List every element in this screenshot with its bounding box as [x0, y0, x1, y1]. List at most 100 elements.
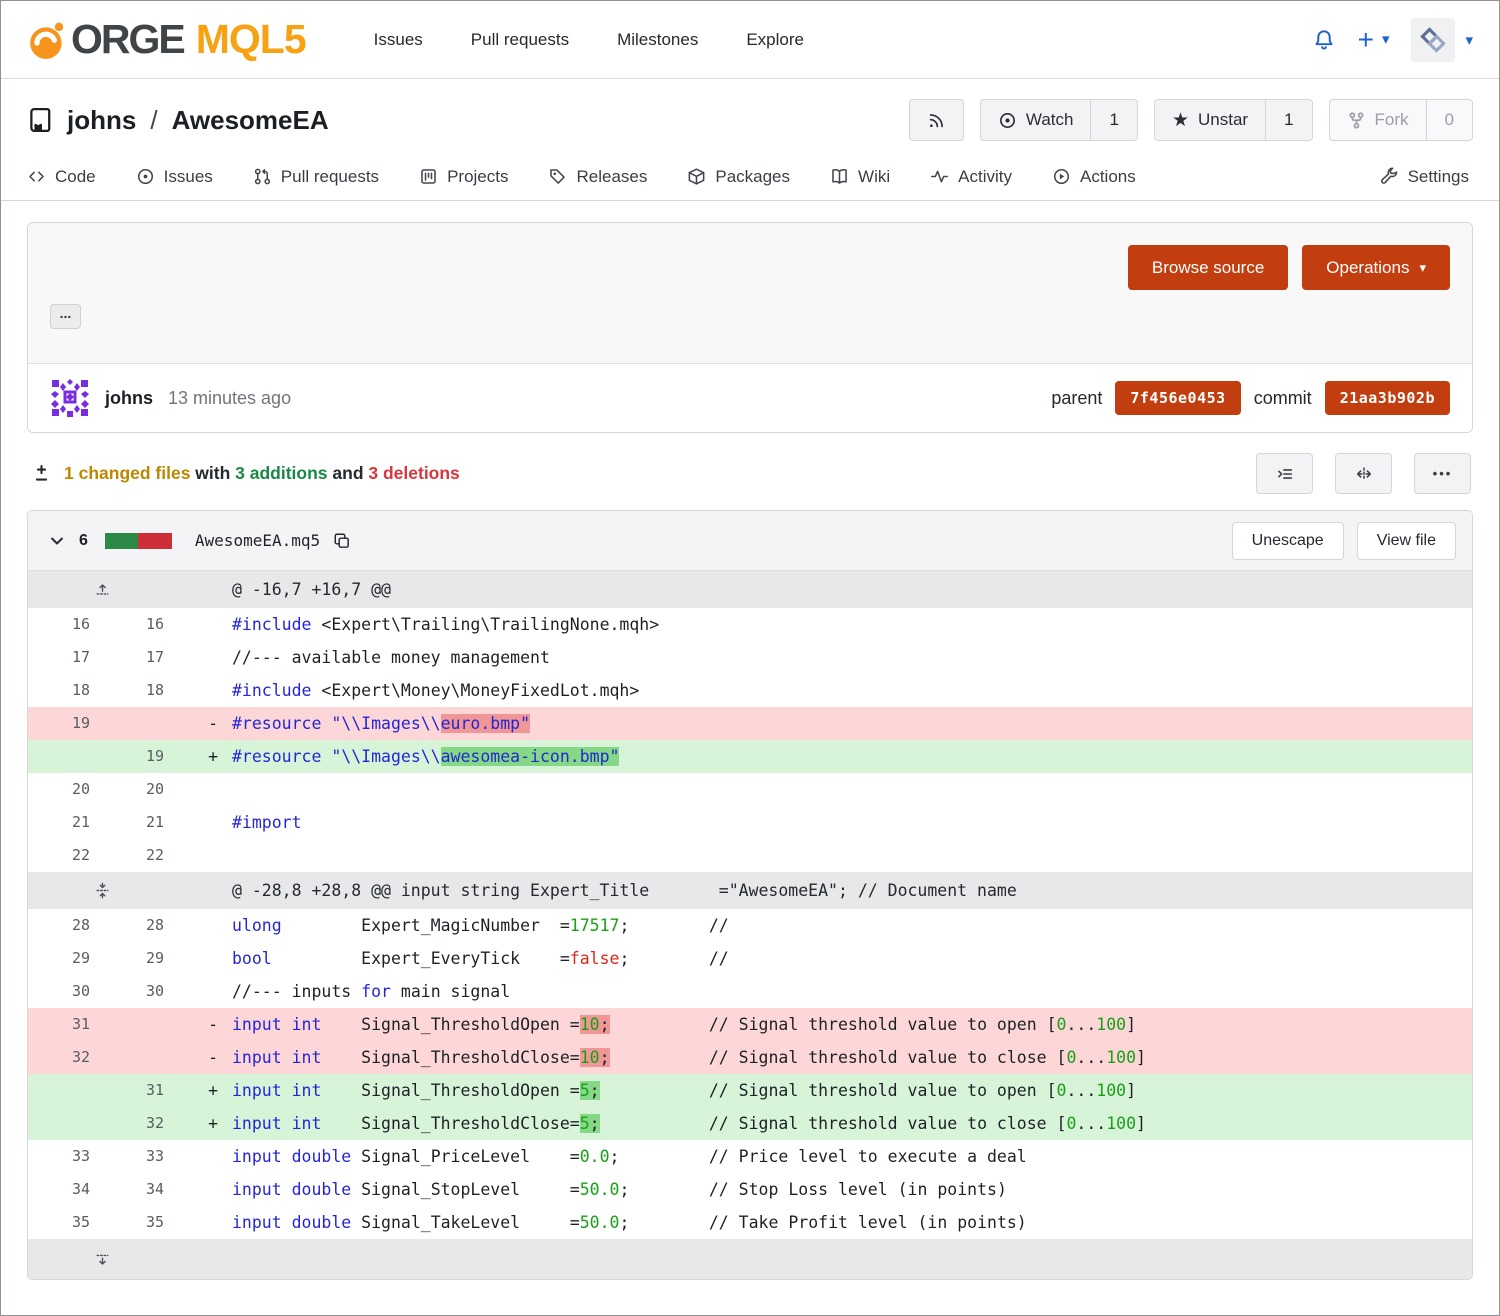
diff-line-ctx: 2929bool Expert_EveryTick =false; //: [28, 942, 1472, 975]
fork-count[interactable]: 0: [1426, 100, 1472, 140]
repo-title: johns / AwesomeEA: [27, 105, 329, 136]
diff-marker: [176, 641, 232, 674]
rss-button[interactable]: [909, 99, 964, 141]
nav-item-issues[interactable]: Issues: [374, 30, 423, 50]
split-view-icon: [1355, 465, 1373, 483]
copy-file-name-button[interactable]: [333, 532, 351, 550]
tab-label: Activity: [958, 167, 1012, 187]
unstar-button[interactable]: ★ Unstar: [1155, 100, 1265, 140]
diff-line-del: 31-input int Signal_ThresholdOpen =10; /…: [28, 1008, 1472, 1041]
diff-options-button[interactable]: •••: [1414, 453, 1471, 494]
user-menu[interactable]: ▾: [1411, 18, 1473, 62]
tab-pull-requests[interactable]: Pull requests: [253, 153, 379, 200]
split-view-button[interactable]: [1335, 453, 1392, 494]
new-line-number: 29: [102, 942, 176, 975]
tab-projects[interactable]: Projects: [419, 153, 508, 200]
tag-icon: [548, 167, 567, 186]
rss-icon: [927, 111, 946, 130]
commit-author-name[interactable]: johns: [105, 388, 153, 409]
diff-marker: -: [176, 1041, 232, 1074]
tab-label: Code: [55, 167, 96, 187]
old-line-number: 34: [28, 1173, 102, 1206]
tab-label: Actions: [1080, 167, 1136, 187]
author-identicon-avatar[interactable]: [50, 378, 90, 418]
ellipsis-icon: •••: [1433, 466, 1453, 481]
tool-icon: [1380, 167, 1399, 186]
notifications-bell-icon[interactable]: [1312, 28, 1336, 52]
code-line: //--- available money management: [232, 641, 1472, 674]
unescape-button[interactable]: Unescape: [1232, 522, 1344, 560]
expand-up-button[interactable]: [94, 581, 111, 598]
tab-releases[interactable]: Releases: [548, 153, 647, 200]
book-icon: [830, 167, 849, 186]
expand-both-button[interactable]: [94, 882, 111, 899]
diff-view-options: •••: [1256, 453, 1471, 494]
collapse-file-button[interactable]: [48, 532, 66, 550]
tab-packages[interactable]: Packages: [687, 153, 790, 200]
diff-marker: +: [176, 740, 232, 773]
diff-line-ctx: 2828ulong Expert_MagicNumber =17517; //: [28, 909, 1472, 942]
operations-dropdown-button[interactable]: Operations▾: [1302, 245, 1450, 290]
nav-item-milestones[interactable]: Milestones: [617, 30, 698, 50]
star-button-group: ★ Unstar 1: [1154, 99, 1313, 141]
tab-code[interactable]: Code: [27, 153, 96, 200]
old-line-number: 19: [28, 707, 102, 740]
whitespace-options-button[interactable]: [1256, 453, 1313, 494]
tab-label: Pull requests: [281, 167, 379, 187]
commit-message-expand-button[interactable]: ...: [50, 304, 81, 329]
diff-line-ctx: 2222: [28, 839, 1472, 872]
expand-down-button[interactable]: [94, 1251, 111, 1268]
tab-activity[interactable]: Activity: [930, 153, 1012, 200]
new-line-number: 28: [102, 909, 176, 942]
nav-item-explore[interactable]: Explore: [746, 30, 804, 50]
diff-line-add: 32+input int Signal_ThresholdClose=5; //…: [28, 1107, 1472, 1140]
diff-hunk-row: @ -16,7 +16,7 @@: [28, 571, 1472, 608]
view-file-button[interactable]: View file: [1357, 522, 1456, 560]
commit-hashes: parent 7f456e0453 commit 21aa3b902b: [1051, 381, 1450, 415]
old-line-number: 31: [28, 1008, 102, 1041]
chevron-down-icon: [48, 532, 66, 550]
fork-button[interactable]: Fork: [1330, 100, 1426, 140]
site-logo[interactable]: ORGE MQL5: [27, 16, 306, 63]
tab-settings[interactable]: Settings: [1380, 153, 1469, 200]
code-line: input double Signal_StopLevel =50.0; // …: [232, 1173, 1472, 1206]
repo-owner-link[interactable]: johns: [67, 105, 136, 136]
diff-line-ctx: 3535input double Signal_TakeLevel =50.0;…: [28, 1206, 1472, 1239]
star-count[interactable]: 1: [1265, 100, 1311, 140]
watch-button[interactable]: Watch: [981, 100, 1091, 140]
tab-issues[interactable]: Issues: [136, 153, 213, 200]
commit-hash-button[interactable]: 21aa3b902b: [1325, 381, 1450, 415]
old-line-number: 16: [28, 608, 102, 641]
diff-marker: [176, 1173, 232, 1206]
new-line-number: 33: [102, 1140, 176, 1173]
commit-box: Browse source Operations▾ ... johns 13 m…: [27, 222, 1473, 433]
code-line: input int Signal_ThresholdOpen =10; // S…: [232, 1008, 1472, 1041]
old-line-number: 17: [28, 641, 102, 674]
tab-label: Packages: [715, 167, 790, 187]
code-line: #include <Expert\Trailing\TrailingNone.m…: [232, 608, 1472, 641]
issue-icon: [136, 167, 155, 186]
old-line-number: 33: [28, 1140, 102, 1173]
new-line-number: 32: [102, 1107, 176, 1140]
diff-marker: +: [176, 1107, 232, 1140]
hunk-header-text: @ -28,8 +28,8 @@ input string Expert_Tit…: [232, 872, 1472, 909]
watch-count[interactable]: 1: [1090, 100, 1136, 140]
old-line-number: [28, 1074, 102, 1107]
browse-source-button[interactable]: Browse source: [1128, 245, 1288, 290]
file-name[interactable]: AwesomeEA.mq5: [195, 531, 320, 550]
diff-marker: [176, 773, 232, 806]
tab-actions[interactable]: Actions: [1052, 153, 1136, 200]
parent-hash-button[interactable]: 7f456e0453: [1115, 381, 1240, 415]
repo-name-link[interactable]: AwesomeEA: [172, 105, 329, 136]
diff-marker: [176, 1140, 232, 1173]
tab-wiki[interactable]: Wiki: [830, 153, 890, 200]
code-line: bool Expert_EveryTick =false; //: [232, 942, 1472, 975]
tab-label: Releases: [576, 167, 647, 187]
nav-item-pull-requests[interactable]: Pull requests: [471, 30, 569, 50]
create-new-button[interactable]: +▾: [1358, 26, 1390, 54]
tab-label: Issues: [164, 167, 213, 187]
diff-marker: [176, 839, 232, 872]
diff-line-add: 19+#resource "\\Images\\awesomea-icon.bm…: [28, 740, 1472, 773]
diff-line-ctx: 3030//--- inputs for main signal: [28, 975, 1472, 1008]
fork-icon: [1347, 111, 1366, 130]
